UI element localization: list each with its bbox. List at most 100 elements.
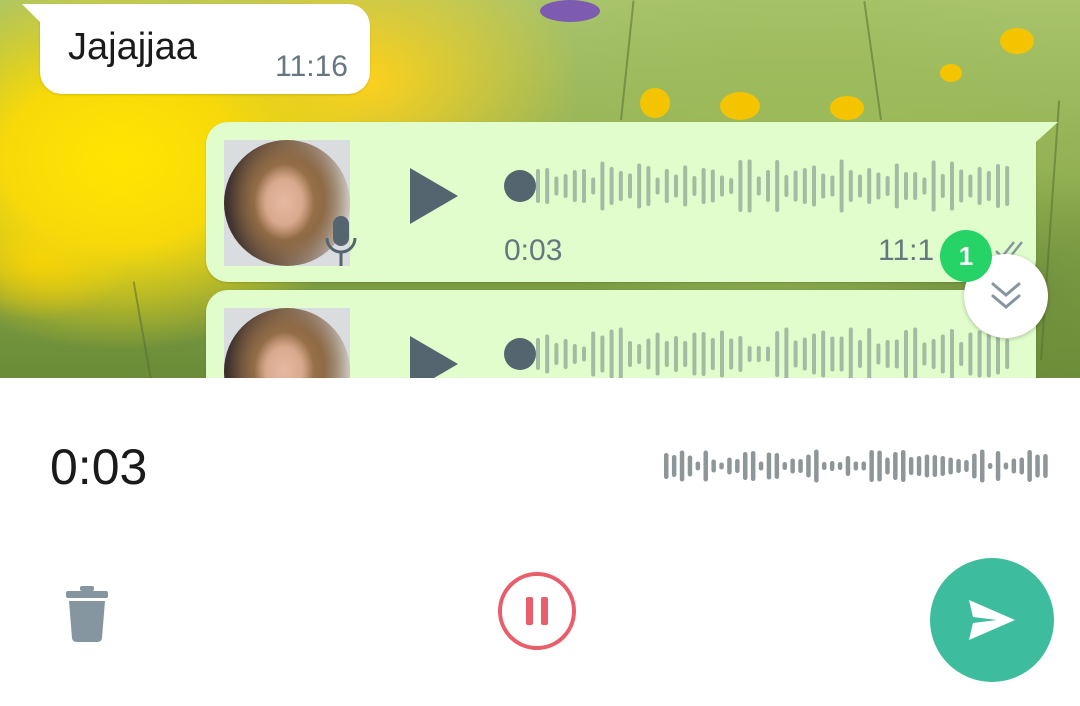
message-text: Jajajjaa bbox=[68, 26, 197, 68]
voice-note-bubble[interactable] bbox=[206, 290, 1036, 378]
waveform-bar bbox=[793, 170, 798, 202]
waveform-bar bbox=[830, 336, 835, 372]
waveform-bar bbox=[959, 169, 964, 203]
waveform-bar bbox=[727, 457, 732, 475]
waveform-bar bbox=[876, 172, 881, 200]
waveform-bar bbox=[738, 160, 743, 212]
wallpaper-flower bbox=[1000, 28, 1034, 54]
waveform-bar bbox=[782, 462, 787, 470]
waveform-bar bbox=[692, 332, 697, 376]
waveform-bar bbox=[664, 453, 669, 479]
waveform-bar bbox=[572, 344, 577, 364]
waveform-bar bbox=[922, 342, 927, 366]
waveform-bar bbox=[1011, 458, 1017, 474]
incoming-message-bubble[interactable]: Jajajjaa 11:16 bbox=[22, 4, 370, 94]
wallpaper-flower bbox=[540, 0, 600, 22]
waveform-bar bbox=[683, 341, 688, 367]
waveform-bar bbox=[812, 333, 816, 375]
waveform-bar bbox=[743, 452, 748, 480]
waveform-bar bbox=[591, 331, 596, 377]
waveform-bar bbox=[671, 455, 677, 477]
waveform-bar bbox=[1005, 166, 1010, 206]
waveform-bar bbox=[646, 166, 651, 206]
waveform-bar bbox=[968, 174, 973, 198]
waveform-bar bbox=[877, 450, 882, 482]
waveform-bar bbox=[554, 176, 559, 196]
waveform-bar bbox=[735, 459, 740, 473]
waveform-bar bbox=[1005, 339, 1010, 369]
waveform-bar bbox=[885, 176, 890, 196]
waveform-bar bbox=[766, 170, 770, 202]
voice-note-time: 11:1 bbox=[878, 234, 935, 267]
waveform-bar bbox=[750, 451, 756, 481]
playback-seek-handle[interactable] bbox=[504, 338, 536, 370]
waveform-bar bbox=[950, 329, 954, 378]
waveform-bar bbox=[948, 457, 953, 475]
waveform-bar bbox=[867, 168, 872, 204]
waveform-bar bbox=[968, 332, 973, 376]
waveform-bar bbox=[766, 452, 772, 480]
voice-waveform[interactable] bbox=[536, 158, 1016, 214]
waveform-bar bbox=[980, 449, 985, 483]
waveform-bar bbox=[972, 453, 977, 479]
waveform-bar bbox=[861, 461, 866, 471]
waveform-bar bbox=[674, 336, 678, 372]
waveform-bar bbox=[536, 338, 540, 370]
waveform-bar bbox=[720, 175, 724, 197]
waveform-bar bbox=[701, 332, 706, 376]
waveform-bar bbox=[536, 169, 540, 203]
unread-count-badge: 1 bbox=[940, 230, 992, 282]
waveform-bar bbox=[848, 170, 853, 202]
waveform-bar bbox=[798, 459, 803, 473]
waveform-bar bbox=[628, 173, 632, 199]
waveform-bar bbox=[545, 168, 550, 204]
voice-recording-panel: 0:03 bbox=[0, 378, 1080, 706]
waveform-bar bbox=[628, 341, 632, 367]
voice-note-bubble[interactable]: 0:03 11:1 bbox=[206, 122, 1058, 282]
waveform-bar bbox=[756, 176, 761, 196]
waveform-bar bbox=[986, 171, 991, 201]
waveform-bar bbox=[821, 330, 826, 378]
waveform-bar bbox=[775, 331, 780, 377]
waveform-bar bbox=[729, 338, 734, 370]
waveform-bar bbox=[913, 327, 918, 378]
waveform-bar bbox=[940, 174, 945, 198]
waveform-bar bbox=[1027, 450, 1032, 482]
waveform-bar bbox=[853, 461, 859, 471]
waveform-bar bbox=[867, 328, 872, 378]
pause-icon bbox=[526, 597, 548, 625]
playback-seek-handle[interactable] bbox=[504, 170, 536, 202]
send-button[interactable] bbox=[930, 558, 1054, 682]
waveform-bar bbox=[814, 449, 819, 483]
waveform-bar bbox=[908, 457, 914, 475]
waveform-bar bbox=[683, 165, 688, 207]
play-icon[interactable] bbox=[406, 164, 462, 228]
voice-waveform[interactable] bbox=[536, 326, 1016, 378]
wallpaper-flower bbox=[830, 96, 864, 120]
waveform-bar bbox=[563, 174, 568, 198]
waveform-bar bbox=[711, 459, 716, 473]
waveform-bar bbox=[618, 171, 623, 201]
waveform-bar bbox=[845, 456, 851, 476]
waveform-bar bbox=[901, 450, 906, 482]
play-icon[interactable] bbox=[406, 332, 462, 378]
recording-timer: 0:03 bbox=[50, 439, 148, 495]
trash-icon[interactable] bbox=[66, 586, 108, 642]
waveform-bar bbox=[720, 330, 724, 378]
waveform-bar bbox=[848, 327, 853, 378]
waveform-bar bbox=[784, 327, 789, 378]
waveform-bar bbox=[986, 330, 991, 378]
waveform-bar bbox=[922, 177, 927, 195]
waveform-bar bbox=[996, 164, 1000, 208]
waveform-bar bbox=[839, 159, 844, 213]
wallpaper-flower bbox=[640, 88, 670, 118]
waveform-bar bbox=[679, 450, 685, 482]
waveform-bar bbox=[710, 169, 715, 203]
chat-area[interactable]: Jajajjaa 11:16 0:03 11:1 1 bbox=[0, 0, 1080, 378]
waveform-bar bbox=[655, 332, 660, 376]
waveform-bar bbox=[687, 455, 693, 477]
pause-recording-button[interactable] bbox=[498, 572, 576, 650]
waveform-bar bbox=[600, 335, 605, 373]
waveform-bar bbox=[790, 458, 795, 474]
waveform-bar bbox=[618, 327, 623, 378]
